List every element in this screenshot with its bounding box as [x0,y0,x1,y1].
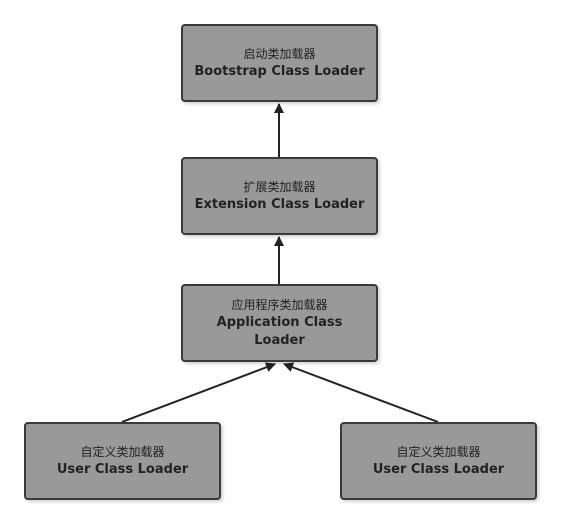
extension-zh-label: 扩展类加载器 [243,180,316,194]
extension-class-loader-node: 扩展类加载器 Extension Class Loader [181,157,378,235]
arrow-user2-to-application [283,362,439,423]
extension-en-label: Extension Class Loader [194,197,365,212]
bootstrap-en-label: Bootstrap Class Loader [194,64,365,79]
bootstrap-zh-label: 启动类加载器 [243,47,316,61]
bootstrap-class-loader-node: 启动类加载器 Bootstrap Class Loader [181,24,378,102]
user-right-zh-label: 自定义类加载器 [396,445,481,459]
application-zh-label: 应用程序类加载器 [231,298,328,312]
user-class-loader-node-left: 自定义类加载器 User Class Loader [24,422,221,500]
user-class-loader-node-right: 自定义类加载器 User Class Loader [340,422,537,500]
application-en-label: Application Class Loader [216,315,343,348]
user-left-zh-label: 自定义类加载器 [80,445,165,459]
user-right-en-label: User Class Loader [372,462,505,477]
application-class-loader-node: 应用程序类加载器 Application Class Loader [181,284,378,362]
user-left-en-label: User Class Loader [56,462,189,477]
arrow-user1-to-application [121,362,276,423]
